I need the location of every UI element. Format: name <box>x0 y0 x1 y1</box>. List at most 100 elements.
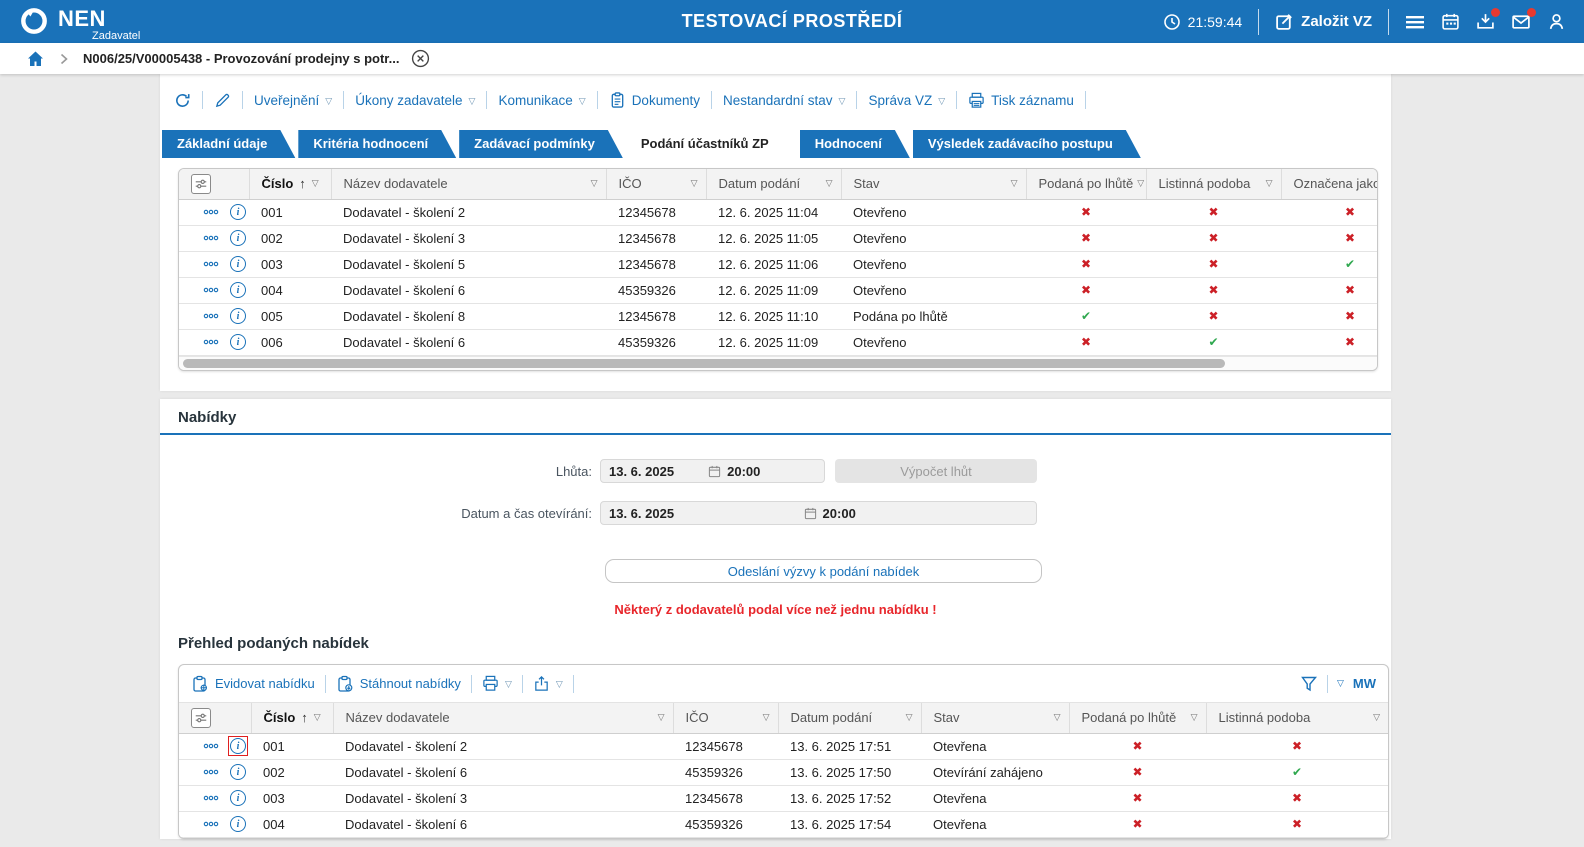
filter-icon[interactable]: ▽ <box>763 712 770 723</box>
column-header-po-lhute[interactable]: Podaná po lhůtě ▽ <box>1026 169 1147 200</box>
oteviran-time-value[interactable]: 20:00 <box>823 506 856 521</box>
scrollbar-thumb[interactable] <box>183 358 1226 368</box>
column-header-stav[interactable]: Stav ▽ <box>841 169 1027 200</box>
menu-nestandardni-stav[interactable]: Nestandardní stav ▽ <box>723 93 845 108</box>
filter-icon[interactable]: ▽ <box>906 712 913 723</box>
lhuta-time-value[interactable]: 20:00 <box>727 464 760 479</box>
filter-icon[interactable]: ▽ <box>658 712 665 723</box>
calendar-button[interactable] <box>1441 12 1460 31</box>
menu-ukony-zadavatele[interactable]: Úkony zadavatele ▽ <box>355 93 475 108</box>
column-header-listinna[interactable]: Listinná podoba ▽ <box>1206 703 1388 734</box>
row-menu-icon[interactable] <box>203 767 219 777</box>
nen-logo[interactable]: NEN Zadavatel <box>18 5 140 41</box>
row-menu-icon[interactable] <box>203 793 219 803</box>
row-menu-icon[interactable] <box>203 207 219 217</box>
breadcrumb-record[interactable]: N006/25/V00005438 - Provozování prodejny… <box>83 51 399 66</box>
info-icon[interactable]: i <box>230 230 246 246</box>
calendar-small-icon[interactable] <box>804 507 817 520</box>
row-menu-icon[interactable] <box>203 819 219 829</box>
column-header-stav[interactable]: Stav ▽ <box>921 703 1070 734</box>
filter-icon[interactable]: ▽ <box>691 178 698 189</box>
oteviran-datetime-field[interactable]: 13. 6. 2025 20:00 <box>600 501 1037 525</box>
info-icon[interactable]: i <box>230 334 246 350</box>
oteviran-date-value[interactable]: 13. 6. 2025 <box>609 506 798 521</box>
tab[interactable]: Výsledek zadávacího postupu <box>913 130 1141 158</box>
filter-icon[interactable]: ▽ <box>312 178 319 189</box>
row-menu-icon[interactable] <box>203 285 219 295</box>
menu-komunikace[interactable]: Komunikace ▽ <box>498 93 585 108</box>
zalozit-vz-button[interactable]: Založit VZ <box>1275 12 1372 31</box>
inbox-button[interactable] <box>1476 8 1500 31</box>
info-icon[interactable]: i <box>230 308 246 324</box>
column-header-nazev[interactable]: Název dodavatele ▽ <box>331 169 607 200</box>
filter-icon[interactable]: ▽ <box>1373 712 1380 723</box>
column-header-datum[interactable]: Datum podání ▽ <box>778 703 922 734</box>
table-row[interactable]: i 006 Dodavatel - školení 6 45359326 12.… <box>179 329 1377 355</box>
messages-button[interactable] <box>1511 8 1536 31</box>
tab[interactable]: Podání účastníků ZP <box>626 130 797 158</box>
table-row[interactable]: i 002 Dodavatel - školení 3 12345678 12.… <box>179 225 1377 251</box>
row-menu-icon[interactable] <box>203 311 219 321</box>
tab[interactable]: Základní údaje <box>162 130 295 158</box>
tab[interactable]: Hodnocení <box>800 130 910 158</box>
calendar-small-icon[interactable] <box>708 465 721 478</box>
view-dropdown-icon[interactable]: ▽ <box>1337 678 1344 689</box>
column-header-nazev[interactable]: Název dodavatele ▽ <box>333 703 674 734</box>
view-mw-button[interactable]: MW <box>1353 676 1376 691</box>
lhuta-date-value[interactable]: 13. 6. 2025 <box>609 464 702 479</box>
odeslani-vyzvy-button[interactable]: Odeslání výzvy k podání nabídek <box>605 559 1042 583</box>
column-header-cislo[interactable]: Číslo ↑ ▽ <box>251 703 334 734</box>
menu-dokumenty[interactable]: Dokumenty <box>609 91 700 109</box>
info-icon[interactable]: i <box>230 738 246 754</box>
row-menu-icon[interactable] <box>203 337 219 347</box>
filter-icon[interactable]: ▽ <box>1266 178 1273 189</box>
column-header-datum[interactable]: Datum podání ▽ <box>706 169 842 200</box>
info-icon[interactable]: i <box>230 816 246 832</box>
menu-uverejneni[interactable]: Uveřejnění ▽ <box>254 93 332 108</box>
filter-icon[interactable]: ▽ <box>826 178 833 189</box>
info-icon[interactable]: i <box>230 790 246 806</box>
table-row[interactable]: i 004 Dodavatel - školení 6 45359326 12.… <box>179 277 1377 303</box>
info-icon[interactable]: i <box>230 764 246 780</box>
user-button[interactable] <box>1547 12 1566 31</box>
filter-icon[interactable]: ▽ <box>591 178 598 189</box>
home-icon[interactable] <box>26 50 45 68</box>
table-row[interactable]: i 002 Dodavatel - školení 6 45359326 13.… <box>179 759 1388 785</box>
table-row[interactable]: i 003 Dodavatel - školení 5 12345678 12.… <box>179 251 1377 277</box>
grid-settings-icon[interactable] <box>191 707 211 728</box>
tab[interactable]: Zadávací podmínky <box>459 130 623 158</box>
filter-funnel-icon[interactable] <box>1300 675 1318 693</box>
filter-icon[interactable]: ▽ <box>1191 712 1198 723</box>
tab[interactable]: Kritéria hodnocení <box>298 130 456 158</box>
column-header-cislo[interactable]: Číslo ↑ ▽ <box>249 169 332 200</box>
column-header-oznacena[interactable]: Označena jako nep <box>1281 169 1377 200</box>
row-menu-icon[interactable] <box>203 259 219 269</box>
row-menu-icon[interactable] <box>203 741 219 751</box>
column-header-listinna[interactable]: Listinná podoba ▽ <box>1146 169 1282 200</box>
info-icon[interactable]: i <box>230 256 246 272</box>
lhuta-datetime-field[interactable]: 13. 6. 2025 20:00 <box>600 459 825 483</box>
menu-sprava-vz[interactable]: Správa VZ ▽ <box>868 93 945 108</box>
refresh-button[interactable] <box>174 92 191 109</box>
table-row[interactable]: i 004 Dodavatel - školení 6 45359326 13.… <box>179 811 1388 837</box>
menu-tisk-zaznamu[interactable]: Tisk záznamu <box>968 92 1074 109</box>
menu-button[interactable] <box>1405 13 1425 31</box>
row-menu-icon[interactable] <box>203 233 219 243</box>
print-grid-button[interactable]: ▽ <box>482 675 512 692</box>
close-record-icon[interactable] <box>411 49 430 68</box>
table-row[interactable]: i 003 Dodavatel - školení 3 12345678 13.… <box>179 785 1388 811</box>
column-header-ico[interactable]: IČO ▽ <box>673 703 779 734</box>
table-row[interactable]: i 001 Dodavatel - školení 2 12345678 13.… <box>179 733 1388 759</box>
vypocet-lhut-button[interactable]: Výpočet lhůt <box>835 459 1037 483</box>
stahnout-nabidky-button[interactable]: Stáhnout nabídky <box>336 675 461 693</box>
edit-button[interactable] <box>214 92 231 109</box>
info-icon[interactable]: i <box>230 282 246 298</box>
filter-icon[interactable]: ▽ <box>314 712 321 723</box>
column-header-po-lhute[interactable]: Podaná po lhůtě ▽ <box>1069 703 1207 734</box>
column-header-ico[interactable]: IČO ▽ <box>606 169 707 200</box>
table-row[interactable]: i 005 Dodavatel - školení 8 12345678 12.… <box>179 303 1377 329</box>
table-row[interactable]: i 001 Dodavatel - školení 2 12345678 12.… <box>179 199 1377 225</box>
info-icon[interactable]: i <box>230 204 246 220</box>
filter-icon[interactable]: ▽ <box>1137 178 1144 189</box>
filter-icon[interactable]: ▽ <box>1011 178 1018 189</box>
